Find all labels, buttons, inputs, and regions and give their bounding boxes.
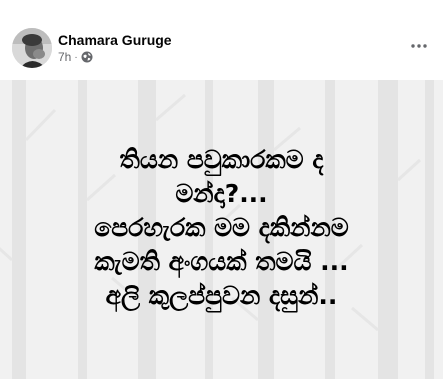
post-text-line: අලි කුලප්පුවන දසුන්..	[105, 281, 338, 310]
meta-separator: ·	[74, 51, 78, 63]
post-background-card: තියන පවුකාරකම ද මන්දා?... පෙරහැරක මම දකි…	[0, 80, 443, 379]
post-text: තියන පවුකාරකම ද මන්දා?... පෙරහැරක මම දකි…	[0, 143, 443, 313]
post-text-line: තියන පවුකාරකම ද	[119, 145, 324, 174]
post-time[interactable]: 7h	[58, 50, 71, 64]
post-header: Chamara Guruge 7h ·	[0, 0, 443, 80]
post-text-line: මන්දා?...	[175, 179, 268, 208]
author-name[interactable]: Chamara Guruge	[58, 32, 172, 48]
post-text-line: පෙරහැරක මම දකින්නම	[94, 213, 349, 242]
post-meta: 7h ·	[58, 50, 93, 64]
avatar[interactable]	[12, 28, 52, 68]
more-horizontal-icon	[411, 44, 427, 48]
globe-icon	[81, 51, 93, 63]
avatar-photo	[12, 28, 52, 68]
post-text-line: කැමති අංගයක් තමයි ...	[94, 247, 349, 276]
more-options-button[interactable]	[407, 36, 431, 56]
